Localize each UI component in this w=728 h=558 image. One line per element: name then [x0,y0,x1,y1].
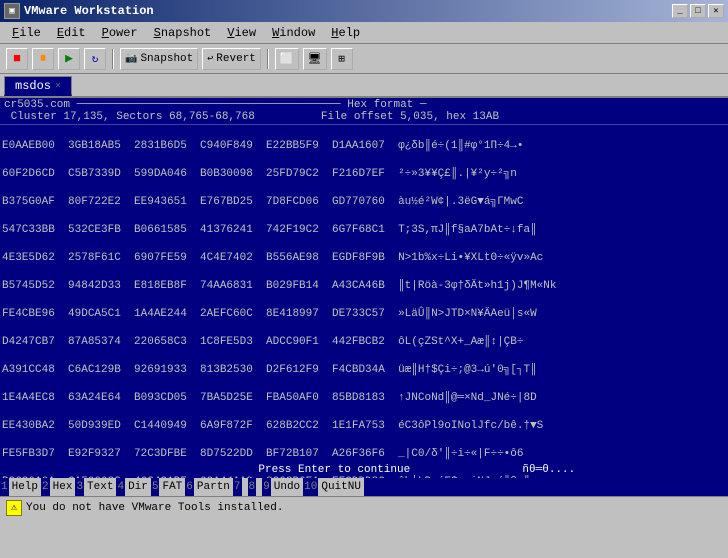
fkey-10[interactable]: 10QuitNU [303,478,364,496]
hex-row-2: 60F2D6CD C5B7339D 599DA046 B0B30098 25FD… [2,167,726,181]
window-title: VMware Workstation [24,4,154,18]
fkey-1[interactable]: 1Help [0,478,41,496]
snapshot-label: Snapshot [140,53,193,65]
refresh-button[interactable]: ↻ [84,48,106,70]
view1-icon: ⬜ [280,52,294,66]
press-enter-text: Press Enter to continue ñθ═θ.... [0,464,728,476]
fkey-8-num: 8 [248,481,257,493]
hex-row-9: A391CC48 C6AC129B 92691933 813B2530 D2F6… [2,363,726,377]
fkey-2[interactable]: 2Hex [41,478,75,496]
stop-icon: ■ [13,51,21,66]
hex-row-6: B5745D52 94842D33 E818EB8F 74AA6831 B029… [2,279,726,293]
menu-edit[interactable]: Edit [49,24,94,42]
hex-row-12: FE5FB3D7 E92F9327 72C3DFBE 8D7522DD BF72… [2,447,726,461]
view2-icon: 🖥 [308,52,322,66]
revert-icon: ↩ [207,53,213,65]
fkey-4-label: Dir [125,478,151,496]
main-content: cr5035.com ─────────────────────────────… [0,98,728,478]
hex-header: cr5035.com ─────────────────────────────… [0,98,728,125]
fkey-7[interactable]: 7 [233,478,248,496]
menu-snapshot[interactable]: Snapshot [146,24,220,42]
tab-close-icon[interactable]: ✕ [55,80,61,92]
menu-power[interactable]: Power [94,24,146,42]
app-icon: ▣ [4,3,20,19]
hex-row-5: 4E3E5D62 2578F61C 6907FE59 4C4E7402 B556… [2,251,726,265]
fkey-2-num: 2 [41,481,50,493]
minimize-button[interactable]: _ [672,4,688,18]
title-bar: ▣ VMware Workstation _ □ ✕ [0,0,728,22]
tab-bar: msdos ✕ [0,74,728,98]
revert-label: Revert [216,53,256,65]
fkey-4-num: 4 [116,481,125,493]
play-icon: ▶ [65,51,73,66]
maximize-button[interactable]: □ [690,4,706,18]
fkey-10-num: 10 [303,481,318,493]
fkey-7-num: 7 [233,481,242,493]
fkey-1-label: Help [9,478,41,496]
fkey-9-label: Undo [271,478,303,496]
hex-row-7: FE4CBE96 49DCA5C1 1A4AE244 2AEFC60C 8E41… [2,307,726,321]
hex-row-10: 1E4A4EC8 63A24E64 B093CD05 7BA5D25E FBA5… [2,391,726,405]
hex-row-4: 547C33BB 532CE3FB B0661585 41376241 742F… [2,223,726,237]
toolbar-separator-2 [267,49,269,69]
menu-help[interactable]: Help [323,24,368,42]
revert-button[interactable]: ↩ Revert [202,48,261,70]
status-message: You do not have VMware Tools installed. [26,502,283,514]
menu-bar: File Edit Power Snapshot View Window Hel… [0,22,728,44]
fkey-3[interactable]: 3Text [75,478,116,496]
hex-row-3: B375G0AF 80F722E2 EE943651 E767BD25 7D8F… [2,195,726,209]
menu-file[interactable]: File [4,24,49,42]
fkey-5-label: FAT [159,478,185,496]
tab-msdos[interactable]: msdos ✕ [4,76,72,96]
play-button[interactable]: ▶ [58,48,80,70]
hex-row-11: EE430BA2 50D939ED C1440949 6A9F872F 628B… [2,419,726,433]
fkey-9[interactable]: 9Undo [262,478,303,496]
fkey-10-label: QuitNU [318,478,364,496]
fkey-5[interactable]: 5 FAT [151,478,185,496]
hex-display: E0AAEB00 3GB18AB5 2831B6D5 C940F849 E22B… [0,125,728,478]
fkey-2-label: Hex [50,478,76,496]
fkey-3-label: Text [84,478,116,496]
window-controls[interactable]: _ □ ✕ [672,4,724,18]
close-button[interactable]: ✕ [708,4,724,18]
tab-msdos-label: msdos [15,79,51,93]
status-bar: ⚠ You do not have VMware Tools installed… [0,496,728,518]
refresh-icon: ↻ [92,52,99,66]
pause-button[interactable]: ⏸ [32,48,54,70]
stop-button[interactable]: ■ [6,48,28,70]
fkey-1-num: 1 [0,481,9,493]
view3-icon: ⊞ [338,52,345,66]
toolbar-separator-1 [112,49,114,69]
pause-icon: ⏸ [40,51,47,66]
view3-button[interactable]: ⊞ [331,48,353,70]
view2-button[interactable]: 🖥 [303,48,327,70]
snapshot-button[interactable]: 📷 Snapshot [120,48,198,70]
fkey-3-num: 3 [75,481,84,493]
fkey-8[interactable]: 8 [248,478,263,496]
warning-icon: ⚠ [6,500,22,516]
menu-view[interactable]: View [219,24,264,42]
fkey-4[interactable]: 4Dir [116,478,150,496]
menu-window[interactable]: Window [264,24,323,42]
toolbar: ■ ⏸ ▶ ↻ 📷 Snapshot ↩ Revert ⬜ 🖥 ⊞ [0,44,728,74]
fkey-6-num: 6 [185,481,194,493]
fkey-9-num: 9 [262,481,271,493]
fkey-5-num: 5 [151,481,160,493]
fkey-6[interactable]: 6Partn [185,478,233,496]
title-bar-left: ▣ VMware Workstation [4,3,154,19]
fkey-6-label: Partn [194,478,233,496]
hex-row-8: D4247CB7 87A85374 220658C3 1C8FE5D3 ADCC… [2,335,726,349]
hex-row-1: E0AAEB00 3GB18AB5 2831B6D5 C940F849 E22B… [2,139,726,153]
snapshot-icon: 📷 [125,53,137,65]
fkey-bar: 1Help 2Hex 3Text 4Dir 5 FAT 6Partn 7 8 9… [0,478,728,496]
view1-button[interactable]: ⬜ [275,48,299,70]
